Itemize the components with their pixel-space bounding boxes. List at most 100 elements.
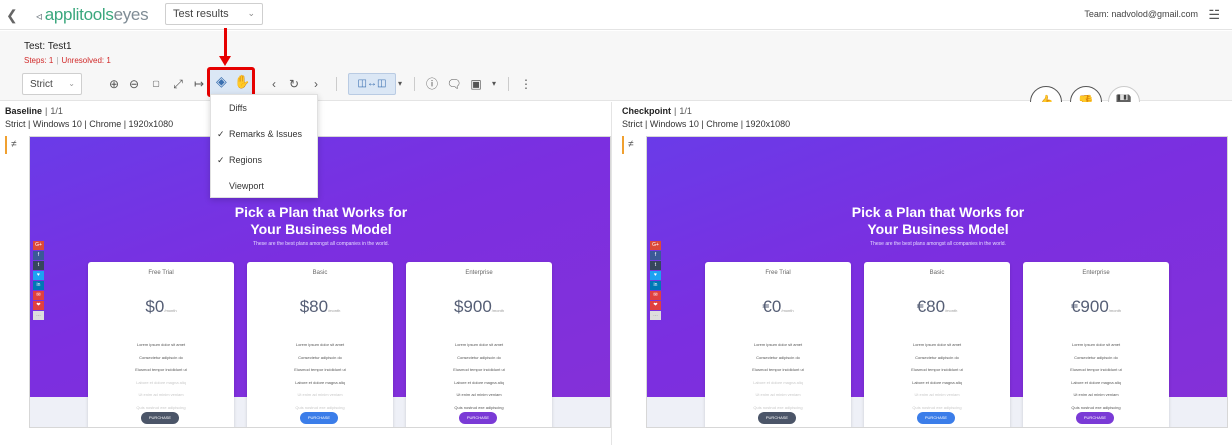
steps-status: Steps: 1 | Unresolved: 1: [24, 56, 111, 65]
annotation-arrow: [219, 28, 231, 66]
app-logo[interactable]: ◃ applitoolseyes: [36, 5, 149, 25]
social-icon: t: [650, 261, 661, 270]
diff-marker: [622, 136, 624, 154]
feature-item: Labore et dolore magna aliq: [753, 379, 803, 385]
panel-title: Baseline | 1/1: [5, 106, 63, 116]
social-icon: ❤: [33, 301, 44, 310]
team-label: Team: nadvolod@gmail.com: [1084, 9, 1198, 19]
region-icon[interactable]: ▣: [468, 76, 484, 92]
chevron-down-icon: ⌄: [68, 79, 75, 88]
feature-item: Consectetur adipiscin do: [1074, 354, 1118, 360]
plan-name: Basic: [312, 270, 328, 276]
baseline-screenshot[interactable]: Pick a Plan that Works for Your Business …: [29, 136, 611, 428]
previous-icon[interactable]: ‹: [266, 76, 282, 92]
chevron-down-icon[interactable]: ▾: [486, 76, 502, 92]
feature-item: Lorem ipsum dolor sit amet: [753, 342, 803, 347]
feature-item: Consectetur adipiscin do: [139, 354, 183, 360]
purchase-button[interactable]: PURCHASE: [917, 412, 955, 424]
purchase-button[interactable]: PURCHASE: [300, 412, 338, 424]
panel-title: Checkpoint | 1/1: [622, 106, 692, 116]
layer-item-diffs[interactable]: Diffs: [211, 95, 317, 121]
social-icon: ✉: [33, 291, 44, 300]
match-level-select[interactable]: Strict ⌄: [22, 73, 82, 95]
social-icon: f: [650, 251, 661, 260]
social-share-bar: G+ f t ♥ in ✉ ❤…: [33, 241, 44, 321]
chevron-down-icon[interactable]: ▾: [392, 76, 408, 92]
plan-card: Enterprise $900/month Lorem ipsum dolor …: [406, 262, 552, 427]
feature-item: Labore et dolore magna aliq: [912, 379, 962, 385]
plan-price: $80/month: [299, 297, 341, 316]
feature-item: Quis nostrud exe adipiscing: [912, 404, 962, 410]
purchase-button[interactable]: PURCHASE: [1076, 412, 1114, 424]
purchase-button[interactable]: PURCHASE: [459, 412, 497, 424]
social-icon: ❤: [650, 301, 661, 310]
toolbar-divider: [508, 77, 509, 91]
feature-item: Quis nostrud exe adipiscing: [136, 404, 186, 410]
purchase-button[interactable]: PURCHASE: [758, 412, 796, 424]
feature-item: Quis nostrud exe adipiscing: [1071, 404, 1121, 410]
plan-card: Free Trial $0/month Lorem ipsum dolor si…: [88, 262, 234, 427]
next-icon[interactable]: ›: [308, 76, 324, 92]
remark-icon[interactable]: 🗨: [446, 76, 462, 92]
plan-card: Basic €80/month Lorem ipsum dolor sit am…: [864, 262, 1010, 427]
back-icon[interactable]: ❮: [6, 7, 18, 24]
feature-item: Quis nostrud exe adipiscing: [753, 404, 803, 410]
social-icon: in: [650, 281, 661, 290]
layer-item-regions[interactable]: ✓ Regions: [211, 147, 317, 173]
purchase-button[interactable]: PURCHASE: [141, 412, 179, 424]
actual-size-icon[interactable]: ▢: [148, 76, 164, 92]
layer-item-remarks[interactable]: ✓ Remarks & Issues: [211, 121, 317, 147]
feature-item: Consectetur adipiscin do: [756, 354, 800, 360]
feature-item: Quis nostrud exe adipiscing: [454, 404, 504, 410]
feature-item: Ut enim ad minim veniam: [914, 392, 960, 397]
plan-name: Enterprise: [465, 270, 493, 276]
layers-button[interactable]: ◈ ✋: [207, 67, 255, 97]
not-equal-icon[interactable]: ≠: [628, 139, 634, 150]
feature-item: Ut enim ad minim veniam: [297, 392, 343, 397]
layers-dropdown: Diffs ✓ Remarks & Issues ✓ Regions Viewpor…: [210, 94, 318, 198]
checkpoint-screenshot[interactable]: Pick a Plan that Works for Your Business …: [646, 136, 1228, 428]
zoom-in-icon[interactable]: ⊕: [106, 76, 122, 92]
hero-subheading: These are the best plans amongst all com…: [870, 241, 1006, 247]
plan-name: Free Trial: [765, 270, 791, 276]
feature-item: Labore et dolore magna aliq: [454, 379, 504, 385]
hand-cursor-icon: ✋: [234, 74, 251, 89]
more-options-icon[interactable]: ⋮: [518, 76, 534, 92]
plan-name: Basic: [929, 270, 945, 276]
toolbar-divider: [414, 77, 415, 91]
not-equal-icon[interactable]: ≠: [11, 139, 17, 150]
social-share-bar: G+ f t ♥ in ✉ ❤…: [650, 241, 661, 321]
side-by-side-button[interactable]: ◫↔◫: [348, 73, 396, 95]
toolbar-divider: [336, 77, 337, 91]
feature-item: Eiusmod tempor incididunt ut: [1070, 367, 1122, 372]
zoom-out-icon[interactable]: ⊖: [126, 76, 142, 92]
feature-item: Consectetur adipiscin do: [298, 354, 342, 360]
feature-item: Quis nostrud exe adipiscing: [295, 404, 345, 410]
feature-item: Consectetur adipiscin do: [457, 354, 501, 360]
social-icon: G+: [650, 241, 661, 250]
top-bar: ❮ ◃ applitoolseyes Test results ⌄ Team: na…: [0, 0, 1232, 30]
toolbar: Strict ⌄ ⊕ ⊖ ▢ ⤢ ↦ ◈ ✋ ‹ ↻ › ◫↔◫ ▾ ⓘ 🗨 ▣ …: [22, 67, 642, 97]
social-icon: in: [33, 281, 44, 290]
fit-width-icon[interactable]: ↦: [191, 76, 207, 92]
user-settings-icon[interactable]: ☱: [1208, 7, 1220, 23]
refresh-icon[interactable]: ↻: [286, 76, 302, 92]
social-icon: …: [33, 311, 44, 320]
layer-item-viewport[interactable]: Viewport: [211, 173, 317, 199]
plan-card: Free Trial €0/month Lorem ipsum dolor si…: [705, 262, 851, 427]
social-icon: ♥: [650, 271, 661, 280]
hero-heading: Pick a Plan that Works for Your Business …: [851, 204, 1025, 237]
fit-screen-icon[interactable]: ⤢: [170, 76, 186, 92]
plan-price: €80/month: [916, 297, 958, 316]
feature-item: Labore et dolore magna aliq: [136, 379, 186, 385]
feature-item: Lorem ipsum dolor sit amet: [295, 342, 345, 347]
feature-item: Ut enim ad minim veniam: [755, 392, 801, 397]
view-select[interactable]: Test results ⌄: [165, 3, 263, 25]
feature-item: Labore et dolore magna aliq: [1071, 379, 1121, 385]
diff-marker: [5, 136, 7, 154]
side-by-side-icon: ◫↔◫: [357, 78, 387, 89]
feature-item: Ut enim ad minim veniam: [138, 392, 184, 397]
plan-name: Enterprise: [1082, 270, 1110, 276]
plan-card: Basic $80/month Lorem ipsum dolor sit am…: [247, 262, 393, 427]
issue-icon[interactable]: ⓘ: [424, 76, 440, 92]
